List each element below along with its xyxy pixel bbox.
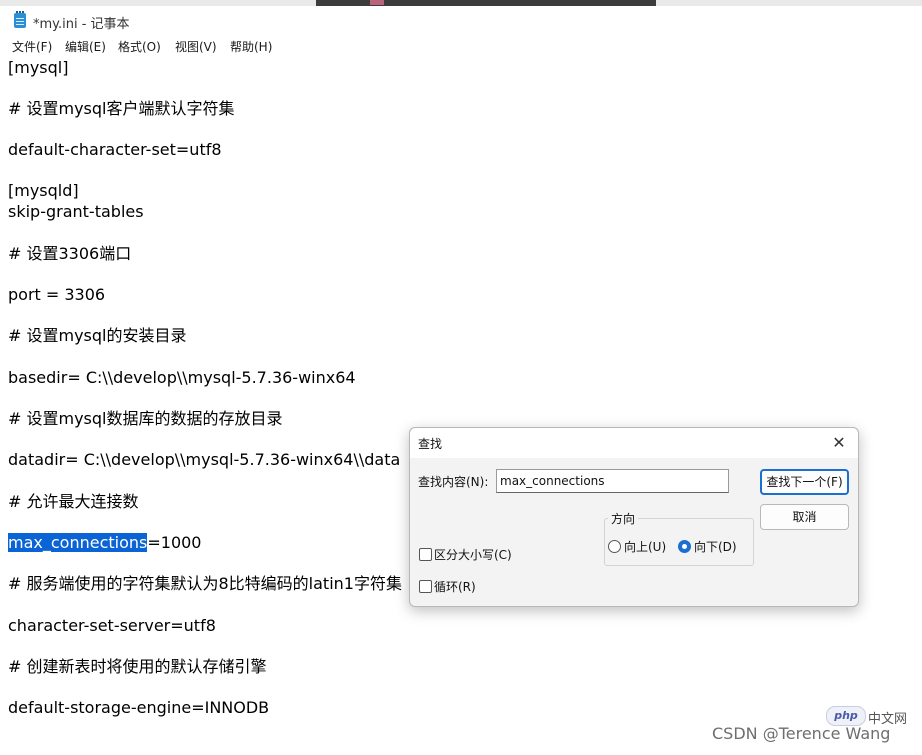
find-next-button[interactable]: 查找下一个(F) bbox=[760, 469, 849, 495]
dialog-title-bar[interactable]: 查找 ✕ bbox=[410, 428, 858, 458]
editor-line: # 设置mysql数据库的数据的存放目录 bbox=[8, 409, 283, 428]
editor-line: # 设置mysql的安装目录 bbox=[8, 326, 187, 345]
editor-line: character-set-server=utf8 bbox=[8, 616, 216, 635]
menu-bar: 文件(F) 编辑(E) 格式(O) 视图(V) 帮助(H) bbox=[0, 36, 922, 58]
editor-line: [mysqld] bbox=[8, 181, 79, 200]
selected-text: max_connections bbox=[8, 533, 148, 552]
match-case-label[interactable]: 区分大小写(C) bbox=[434, 546, 512, 563]
menu-view[interactable]: 视图(V) bbox=[175, 38, 217, 55]
csdn-watermark: CSDN @Terence Wang bbox=[712, 724, 891, 743]
close-icon[interactable]: ✕ bbox=[830, 434, 848, 452]
title-bar[interactable]: *my.ini - 记事本 bbox=[0, 6, 922, 36]
window-title: *my.ini - 记事本 bbox=[33, 17, 130, 32]
editor-line: default-storage-engine=INNODB bbox=[8, 698, 270, 717]
direction-down-label[interactable]: 向下(D) bbox=[694, 538, 737, 555]
direction-down-radio[interactable] bbox=[678, 540, 691, 553]
match-case-checkbox[interactable] bbox=[419, 548, 432, 561]
text-editor[interactable]: [mysql] # 设置mysql客户端默认字符集 default-charac… bbox=[0, 58, 922, 755]
find-label: 查找内容(N): bbox=[418, 475, 489, 489]
find-dialog: 查找 ✕ 查找内容(N): 查找下一个(F) 取消 方向 向上(U) 向下(D)… bbox=[409, 427, 859, 607]
notepad-window: *my.ini - 记事本 文件(F) 编辑(E) 格式(O) 视图(V) 帮助… bbox=[0, 6, 922, 755]
menu-format[interactable]: 格式(O) bbox=[118, 38, 161, 55]
dialog-title: 查找 bbox=[418, 437, 443, 451]
editor-line: datadir= C:\\develop\\mysql-5.7.36-winx6… bbox=[8, 450, 401, 469]
php-logo: php bbox=[826, 706, 866, 726]
background-thumbnail bbox=[370, 0, 384, 5]
editor-line: [mysql] bbox=[8, 58, 69, 77]
editor-line: port = 3306 bbox=[8, 285, 106, 304]
editor-line: # 创建新表时将使用的默认存储引擎 bbox=[8, 657, 267, 676]
menu-edit[interactable]: 编辑(E) bbox=[65, 38, 106, 55]
wrap-checkbox[interactable] bbox=[419, 580, 432, 593]
editor-line: skip-grant-tables bbox=[8, 202, 144, 221]
editor-line: # 设置mysql客户端默认字符集 bbox=[8, 99, 235, 118]
direction-up-radio[interactable] bbox=[608, 540, 621, 553]
editor-line: # 服务端使用的字符集默认为8比特编码的latin1字符集 bbox=[8, 574, 402, 593]
notepad-icon bbox=[14, 11, 26, 28]
editor-line: default-character-set=utf8 bbox=[8, 140, 222, 159]
menu-file[interactable]: 文件(F) bbox=[12, 38, 52, 55]
direction-label: 方向 bbox=[608, 510, 639, 527]
line-rest: =1000 bbox=[147, 533, 202, 552]
editor-line: # 允许最大连接数 bbox=[8, 492, 139, 511]
cancel-button[interactable]: 取消 bbox=[760, 504, 849, 530]
editor-line-selected: max_connections=1000 bbox=[8, 533, 201, 553]
editor-line: basedir= C:\\develop\\mysql-5.7.36-winx6… bbox=[8, 368, 356, 387]
direction-up-label[interactable]: 向上(U) bbox=[624, 538, 666, 555]
find-input[interactable] bbox=[496, 469, 729, 493]
wrap-label[interactable]: 循环(R) bbox=[434, 578, 476, 595]
menu-help[interactable]: 帮助(H) bbox=[230, 38, 272, 55]
editor-line: # 设置3306端口 bbox=[8, 244, 132, 263]
